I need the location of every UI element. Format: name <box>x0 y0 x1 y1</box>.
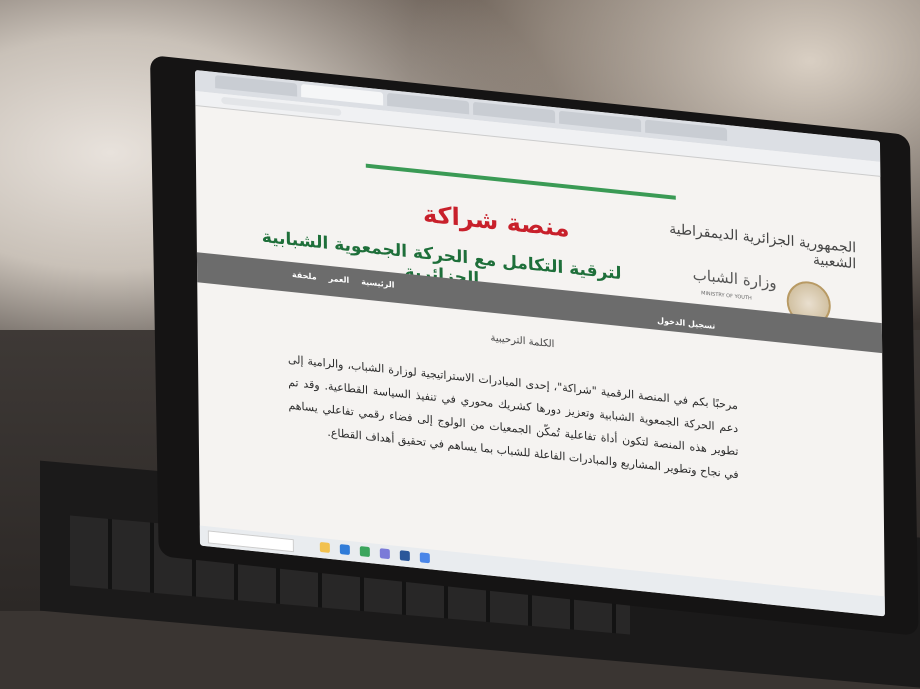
login-link[interactable]: تسجيل الدخول <box>657 316 715 331</box>
store-icon[interactable] <box>379 548 390 560</box>
edge-icon[interactable] <box>339 544 350 556</box>
welcome-text: مرحبًا بكم في المنصة الرقمية "شراكة"، إح… <box>287 352 739 482</box>
site-title: منصة شراكة <box>422 199 570 243</box>
nav-item-annex[interactable]: ملحقة <box>292 270 317 282</box>
browser-tab[interactable] <box>215 75 298 97</box>
nav-item-home[interactable]: الرئيسية <box>361 277 394 289</box>
app-icon[interactable] <box>419 552 430 564</box>
laptop-screen: منصة شراكة لترقية التكامل مع الحركة الجم… <box>195 70 885 617</box>
chrome-icon[interactable] <box>359 546 370 558</box>
section-title: الكلمة الترحيبية <box>490 332 555 351</box>
nav-item-age[interactable]: العمر <box>329 274 350 285</box>
file-explorer-icon[interactable] <box>319 541 330 553</box>
word-icon[interactable] <box>399 550 410 562</box>
page-load-progress <box>365 163 676 200</box>
nav-items: الرئيسية العمر ملحقة <box>292 270 395 290</box>
